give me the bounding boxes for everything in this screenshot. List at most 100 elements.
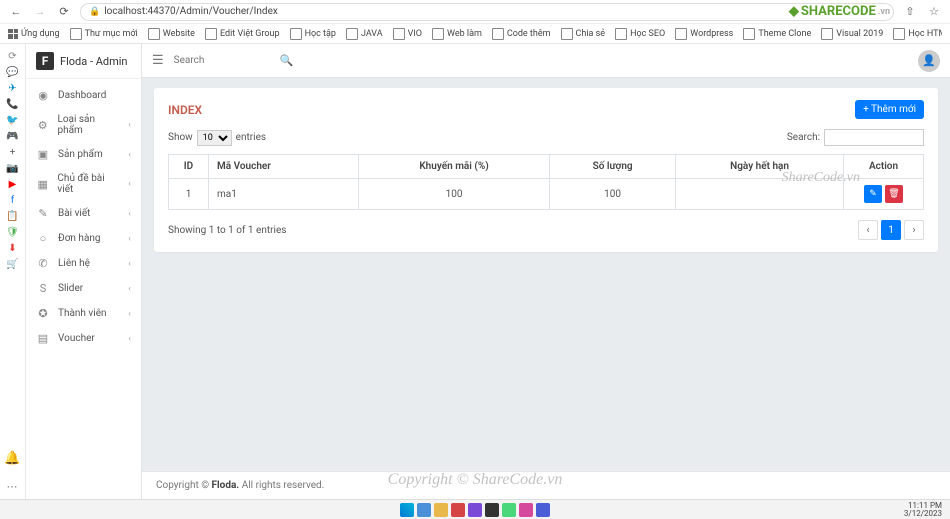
bookmark-item[interactable]: Edit Việt Group: [205, 28, 280, 40]
os-app-icon[interactable]: +: [5, 144, 21, 160]
nav-label: Dashboard: [58, 90, 106, 101]
sharecode-badge: ◆SHARECODE.vn: [789, 4, 890, 19]
brand-text: Floda - Admin: [60, 55, 128, 68]
folder-icon: [492, 28, 504, 40]
star-button[interactable]: ☆: [926, 4, 942, 20]
bookmark-item[interactable]: Chia sẻ: [561, 28, 606, 40]
sidebar-item[interactable]: ○Đơn hàng‹: [26, 226, 141, 251]
column-header[interactable]: Action: [844, 155, 924, 179]
add-button[interactable]: + Thêm mới: [855, 100, 924, 119]
os-app-icon[interactable]: ✈: [5, 80, 21, 96]
bookmark-item[interactable]: Wordpress: [675, 28, 733, 40]
edit-button[interactable]: ✎: [864, 185, 882, 203]
os-app-icon[interactable]: f: [5, 192, 21, 208]
os-app-icon[interactable]: 📞: [5, 96, 21, 112]
bookmark-item[interactable]: Học HTML: [893, 28, 942, 40]
folder-icon: [346, 28, 358, 40]
taskbar-app[interactable]: [451, 503, 465, 517]
taskbar-app[interactable]: [519, 503, 533, 517]
bookmark-item[interactable]: Code thêm: [492, 28, 551, 40]
back-button[interactable]: ←: [8, 4, 24, 20]
url-bar[interactable]: 🔒 localhost:44370/Admin/Voucher/Index: [80, 3, 894, 21]
more-icon[interactable]: ⋯: [7, 480, 19, 493]
notification-icon[interactable]: 🔔: [4, 451, 20, 466]
column-header[interactable]: Khuyến mãi (%): [359, 155, 550, 179]
column-header[interactable]: Mã Voucher: [209, 155, 359, 179]
bookmark-item[interactable]: Web làm: [432, 28, 482, 40]
sidebar-item[interactable]: ⚙Loại sản phẩm‹: [26, 108, 141, 142]
taskbar-clock[interactable]: 11:11 PM 3/12/2023: [904, 502, 942, 518]
search-icon[interactable]: 🔍: [280, 54, 294, 67]
nav-icon: ✎: [36, 207, 50, 220]
sidebar-item[interactable]: ✪Thành viên‹: [26, 301, 141, 326]
os-app-icon[interactable]: 🎮: [5, 128, 21, 144]
taskbar-app[interactable]: [502, 503, 516, 517]
entries-dropdown[interactable]: 10: [197, 130, 232, 146]
bookmark-item[interactable]: VIO: [393, 28, 422, 40]
os-app-icon[interactable]: 📷: [5, 160, 21, 176]
nav-label: Đơn hàng: [58, 233, 101, 244]
entries-select: Show 10 entries: [168, 130, 266, 146]
nav-icon: ○: [36, 232, 50, 245]
delete-button[interactable]: 🗑: [885, 185, 903, 203]
sidebar-item[interactable]: ▤Voucher‹: [26, 326, 141, 351]
share-browser-action[interactable]: ⇧: [902, 4, 918, 20]
bookmark-item[interactable]: Học SEO: [615, 28, 665, 40]
search-table-input[interactable]: [824, 129, 924, 146]
sidebar-item[interactable]: SSlider‹: [26, 276, 141, 301]
os-app-icon[interactable]: ▶: [5, 176, 21, 192]
folder-icon: [70, 28, 82, 40]
bookmark-item[interactable]: Theme Clone: [743, 28, 811, 40]
topbar: ☰ 🔍 👤: [142, 44, 950, 78]
sidebar-item[interactable]: ▣Sản phẩm‹: [26, 142, 141, 167]
bookmark-item[interactable]: Visual 2019: [821, 28, 883, 40]
taskbar-app[interactable]: [485, 503, 499, 517]
folder-icon: [393, 28, 405, 40]
os-app-icon[interactable]: 🐦: [5, 112, 21, 128]
menu-toggle-button[interactable]: ☰: [152, 53, 164, 68]
sidebar-item[interactable]: ▦Chủ đề bài viết‹: [26, 167, 141, 201]
apps-button[interactable]: Ứng dụng: [8, 29, 60, 39]
nav-label: Voucher: [58, 333, 95, 344]
nav-icon: ▤: [36, 332, 50, 345]
taskbar-app[interactable]: [536, 503, 550, 517]
brand[interactable]: F Floda - Admin: [26, 44, 141, 79]
os-app-icon[interactable]: 🛒: [5, 256, 21, 272]
folder-icon: [290, 28, 302, 40]
taskbar-app[interactable]: [434, 503, 448, 517]
reload-button[interactable]: ⟳: [56, 4, 72, 20]
sidebar-item[interactable]: ◉ Dashboard: [26, 83, 141, 108]
column-header[interactable]: Số lượng: [550, 155, 676, 179]
data-table: IDMã VoucherKhuyến mãi (%)Số lượngNgày h…: [168, 154, 924, 210]
forward-button[interactable]: →: [32, 4, 48, 20]
cell-ma: ma1: [209, 179, 359, 210]
table-info: Showing 1 to 1 of 1 entries: [168, 225, 286, 236]
os-app-icon[interactable]: 🛡: [5, 224, 21, 240]
os-app-icon[interactable]: ⬇: [5, 240, 21, 256]
os-app-icon[interactable]: 💬: [5, 64, 21, 80]
sidebar-item[interactable]: ✎Bài viết‹: [26, 201, 141, 226]
lock-icon: 🔒: [89, 7, 100, 17]
chevron-left-icon: ‹: [128, 309, 131, 319]
avatar[interactable]: 👤: [918, 50, 940, 72]
page-prev-button[interactable]: ‹: [858, 220, 878, 240]
taskbar-app[interactable]: [468, 503, 482, 517]
bookmark-item[interactable]: Thư mục mới: [70, 28, 138, 40]
taskbar: 11:11 PM 3/12/2023: [0, 499, 950, 519]
taskbar-app[interactable]: [417, 503, 431, 517]
search-table-label: Search:: [787, 132, 820, 143]
nav-icon: ◉: [36, 89, 50, 102]
column-header[interactable]: Ngày hết hạn: [676, 155, 844, 179]
page-next-button[interactable]: ›: [904, 220, 924, 240]
column-header[interactable]: ID: [169, 155, 209, 179]
bookmark-item[interactable]: Học tập: [290, 28, 336, 40]
search-input[interactable]: [174, 55, 274, 66]
bookmark-item[interactable]: Website: [148, 28, 195, 40]
folder-icon: [148, 28, 160, 40]
os-app-icon[interactable]: 📋: [5, 208, 21, 224]
os-app-icon[interactable]: ⟳: [5, 48, 21, 64]
bookmark-item[interactable]: JAVA: [346, 28, 383, 40]
sidebar-item[interactable]: ✆Liên hệ‹: [26, 251, 141, 276]
page-1-button[interactable]: 1: [881, 220, 901, 240]
taskbar-start[interactable]: [400, 503, 414, 517]
